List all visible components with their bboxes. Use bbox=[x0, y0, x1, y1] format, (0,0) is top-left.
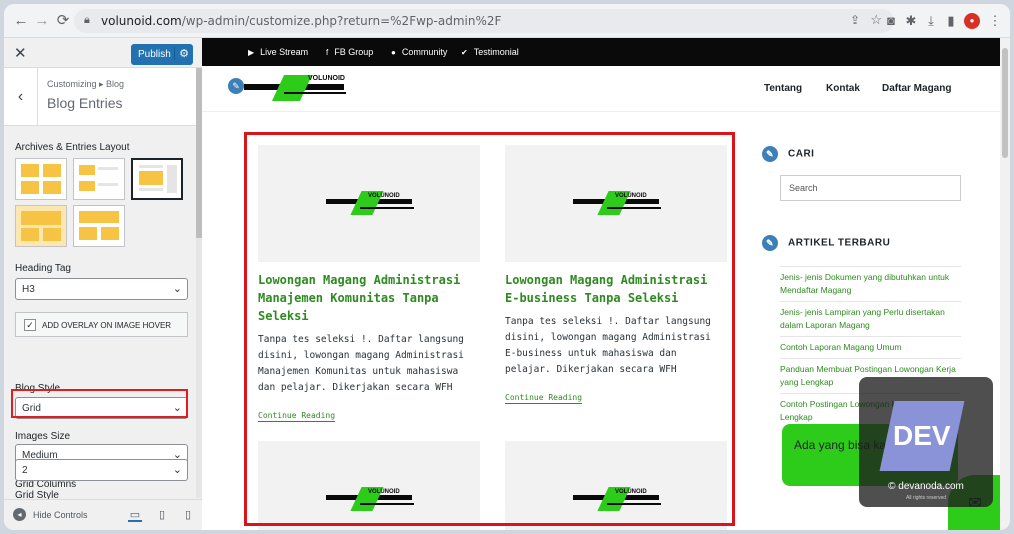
grid-columns-value: 2 bbox=[22, 465, 28, 476]
topbar-community[interactable]: ● Community bbox=[391, 47, 447, 57]
layout-option-1[interactable] bbox=[15, 158, 67, 200]
search-widget-heading: ✎ CARI bbox=[762, 146, 814, 162]
topbar-testimonial[interactable]: ✔ Testimonial bbox=[461, 47, 519, 57]
publish-label: Publish bbox=[138, 49, 171, 60]
lock-icon: 🔒︎ bbox=[84, 14, 90, 26]
dev-logo: DEV bbox=[879, 401, 965, 471]
forward-icon[interactable]: → bbox=[33, 12, 51, 30]
gear-icon[interactable]: ⚙ bbox=[174, 47, 189, 60]
pencil-icon[interactable]: ✎ bbox=[762, 146, 778, 162]
recent-post-link[interactable]: Contoh Laporan Magang Umum bbox=[780, 336, 961, 358]
layout-label: Archives & Entries Layout bbox=[15, 142, 130, 153]
community-icon: ● bbox=[391, 48, 396, 57]
hide-controls-button[interactable]: Hide Controls bbox=[33, 510, 88, 520]
layout-option-3[interactable] bbox=[131, 158, 183, 200]
address-bar[interactable]: 🔒︎ volunoid.com/wp-admin/customize.php?r… bbox=[74, 9, 894, 33]
layout-option-5[interactable] bbox=[73, 205, 125, 247]
highlight-box-content bbox=[244, 132, 735, 526]
heading-tag-select[interactable]: H3 ⌄ bbox=[15, 278, 188, 300]
watermark-small: All rights reserved bbox=[905, 495, 946, 501]
site-logo[interactable]: VOLUNOID bbox=[244, 72, 348, 102]
nav-kontak[interactable]: Kontak bbox=[826, 83, 860, 94]
pencil-icon[interactable]: ✎ bbox=[228, 78, 244, 94]
browser-toolbar: ← → ⟳ 🔒︎ volunoid.com/wp-admin/customize… bbox=[4, 4, 1010, 38]
url-text: volunoid.com/wp-admin/customize.php?retu… bbox=[101, 14, 502, 28]
site-topbar: ▶ Live Stream f FB Group ● Community ✔ Testi… bbox=[202, 38, 1000, 66]
recent-posts-heading: ✎ ARTIKEL TERBARU bbox=[762, 235, 890, 251]
back-icon[interactable]: ← bbox=[12, 12, 30, 30]
overlay-checkbox[interactable]: ✓ bbox=[24, 319, 36, 331]
share-icon[interactable]: ⇪ bbox=[850, 13, 860, 27]
youtube-icon: ▶ bbox=[248, 48, 255, 57]
site-header: ✎ VOLUNOID Tentang Kontak Daftar Magang bbox=[202, 66, 1000, 112]
topbar-live-stream[interactable]: ▶ Live Stream bbox=[248, 47, 308, 57]
site-scrollbar[interactable] bbox=[1000, 38, 1010, 530]
topbar-fb-group[interactable]: f FB Group bbox=[326, 47, 373, 57]
search-input[interactable]: Search bbox=[780, 175, 961, 201]
overlay-label: ADD OVERLAY ON IMAGE HOVER bbox=[42, 321, 172, 330]
hide-controls-icon[interactable]: ◂ bbox=[13, 508, 26, 521]
reload-icon[interactable]: ⟳ bbox=[54, 12, 72, 30]
chevron-down-icon: ⌄ bbox=[172, 464, 182, 476]
watermark-site: © devanoda.com bbox=[888, 481, 964, 492]
breadcrumb: Customizing ▸ Blog bbox=[47, 79, 125, 89]
highlight-box-blog-style bbox=[11, 389, 188, 418]
heading-tag-label: Heading Tag bbox=[15, 263, 71, 274]
download-icon[interactable]: ⤓ bbox=[922, 12, 940, 30]
testimonial-icon: ✔ bbox=[461, 48, 468, 57]
overlay-option[interactable]: ✓ ADD OVERLAY ON IMAGE HOVER bbox=[15, 312, 188, 337]
section-title: Blog Entries bbox=[47, 95, 123, 111]
recent-post-link[interactable]: Jenis- jenis Lampiran yang Perlu diserta… bbox=[780, 301, 961, 336]
recent-post-link[interactable]: Jenis- jenis Dokumen yang dibutuhkan unt… bbox=[780, 266, 961, 301]
customizer-footer: ◂ Hide Controls ▭ ▯ ▯ bbox=[4, 499, 202, 530]
logo-text: VOLUNOID bbox=[308, 75, 345, 82]
sidepanel-icon[interactable]: ▮ bbox=[942, 12, 960, 30]
section-header: ‹ Customizing ▸ Blog Blog Entries bbox=[4, 68, 196, 126]
devanoda-watermark: DEV © devanoda.com All rights reserved bbox=[859, 377, 993, 507]
nav-daftar-magang[interactable]: Daftar Magang bbox=[882, 83, 951, 94]
layout-option-4[interactable] bbox=[15, 205, 67, 247]
mobile-preview-icon[interactable]: ▯ bbox=[181, 508, 195, 522]
browser-window: ← → ⟳ 🔒︎ volunoid.com/wp-admin/customize… bbox=[4, 4, 1010, 530]
pencil-icon[interactable]: ✎ bbox=[762, 235, 778, 251]
menu-icon[interactable]: ⋮ bbox=[986, 12, 1004, 30]
chevron-down-icon: ⌄ bbox=[172, 283, 182, 295]
bookmark-star-icon[interactable]: ☆ bbox=[870, 12, 882, 28]
images-size-label: Images Size bbox=[15, 431, 71, 442]
profile-avatar[interactable]: ● bbox=[964, 13, 980, 29]
desktop-preview-icon[interactable]: ▭ bbox=[128, 508, 142, 522]
customizer-controls: Archives & Entries Layout Heading Tag H3… bbox=[4, 127, 196, 499]
close-icon[interactable]: ✕ bbox=[14, 44, 27, 62]
layout-option-2[interactable] bbox=[73, 158, 125, 200]
facebook-icon: f bbox=[326, 48, 329, 57]
back-arrow-icon[interactable]: ‹ bbox=[4, 68, 38, 126]
heading-tag-value: H3 bbox=[22, 284, 35, 295]
publish-button[interactable]: Publish ⚙ bbox=[131, 44, 193, 65]
customizer-header: ✕ Publish ⚙ bbox=[4, 38, 202, 68]
customizer-panel: ✕ Publish ⚙ ‹ Customizing ▸ Blog Blog En… bbox=[4, 38, 202, 530]
grid-columns-select[interactable]: 2 ⌄ bbox=[15, 459, 188, 481]
camera-icon[interactable]: ◙ bbox=[882, 12, 900, 30]
nav-tentang[interactable]: Tentang bbox=[764, 83, 802, 94]
extensions-icon[interactable]: ✱ bbox=[902, 12, 920, 30]
tablet-preview-icon[interactable]: ▯ bbox=[155, 508, 169, 522]
